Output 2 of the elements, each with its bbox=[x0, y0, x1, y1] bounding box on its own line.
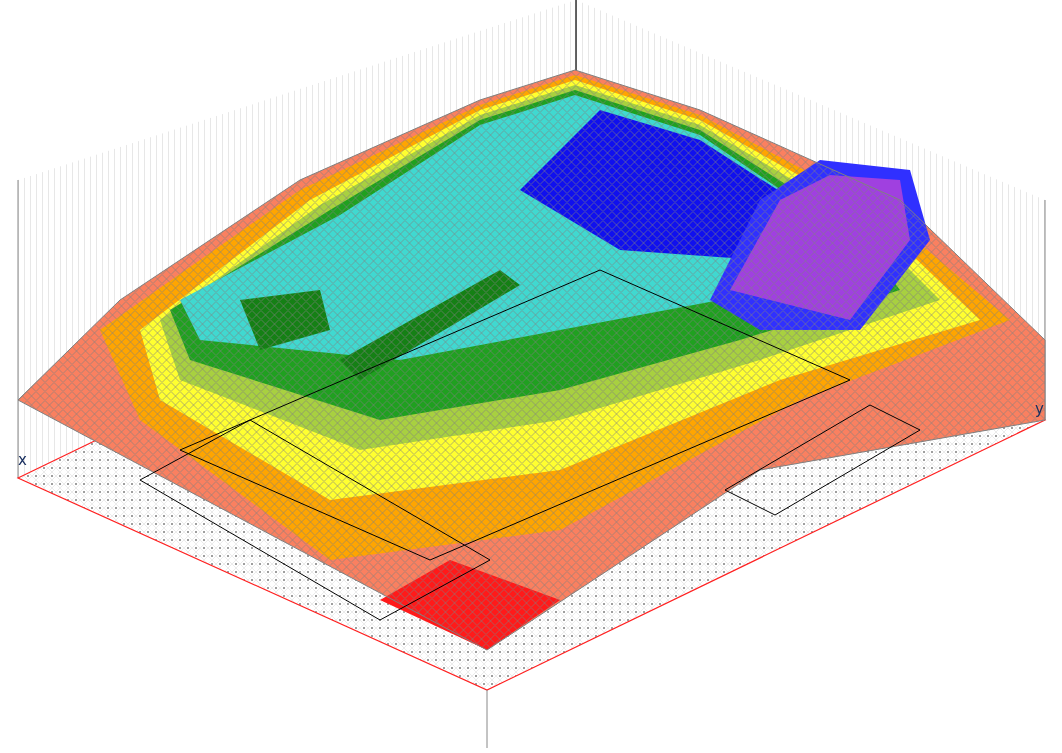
x-axis-label: x bbox=[18, 451, 27, 469]
y-axis-label: y bbox=[1035, 400, 1044, 418]
